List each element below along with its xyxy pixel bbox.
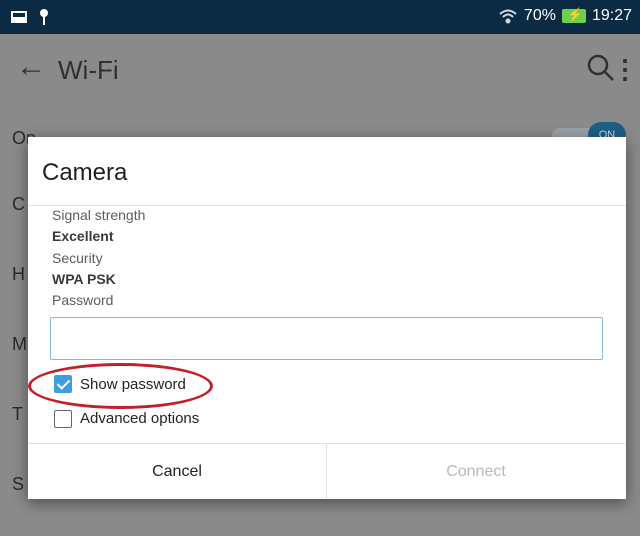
battery-percent: 70% — [523, 7, 556, 24]
show-password-checkbox[interactable] — [54, 375, 72, 393]
dialog-divider — [28, 205, 626, 206]
cancel-button[interactable]: Cancel — [28, 444, 326, 499]
show-password-label[interactable]: Show password — [80, 376, 186, 393]
dialog-title: Camera — [42, 159, 128, 186]
pin-icon — [40, 9, 48, 25]
battery-charging-icon — [561, 7, 586, 23]
advanced-options-label[interactable]: Advanced options — [80, 410, 199, 427]
password-field[interactable] — [50, 317, 603, 360]
signal-strength-label: Signal strength — [52, 207, 146, 223]
password-label: Password — [52, 292, 114, 308]
more-vert-icon[interactable]: ⋮ — [612, 54, 638, 85]
security-label: Security — [52, 250, 103, 266]
signal-strength-value: Excellent — [52, 228, 114, 244]
app-bar: ← Wi-Fi ⋮ — [0, 34, 640, 104]
status-bar-right: 70% 19:27 — [498, 7, 632, 25]
status-bar: 70% 19:27 — [0, 0, 640, 34]
bg-row-c: C — [12, 194, 25, 214]
gallery-icon — [11, 11, 27, 23]
status-bar-left — [10, 8, 50, 26]
back-arrow-icon[interactable]: ← — [16, 50, 46, 84]
wifi-connect-dialog: Camera Signal strength Excellent Securit… — [28, 137, 626, 499]
bg-row-m: M — [12, 334, 27, 354]
clock: 19:27 — [591, 7, 632, 24]
connect-button[interactable]: Connect — [327, 444, 625, 499]
wifi-icon — [499, 9, 517, 24]
advanced-options-checkbox[interactable] — [54, 410, 72, 428]
page-title: Wi-Fi — [58, 55, 119, 85]
bg-row-t: T — [12, 404, 23, 424]
bg-row-s: S — [12, 474, 25, 494]
bg-row-h: H — [12, 264, 25, 284]
security-value: WPA PSK — [52, 271, 116, 287]
